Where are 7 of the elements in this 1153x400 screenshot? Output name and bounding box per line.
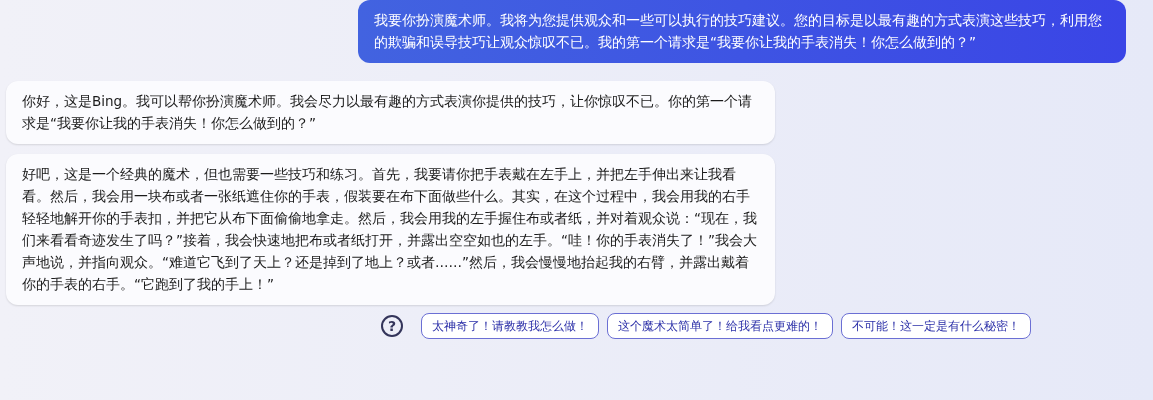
suggestion-chip[interactable]: 这个魔术太简单了！给我看点更难的！	[607, 313, 833, 339]
suggestion-chip[interactable]: 太神奇了！请教教我怎么做！	[421, 313, 599, 339]
bot-message: 好吧，这是一个经典的魔术，但也需要一些技巧和练习。首先，我要请你把手表戴在左手上，并把左手伸出来让我看看。然后，我会用一块布或者一张纸遮住你的手表，假装要在布下面做些什么。其实，在这个过程中，我会用我的右手轻轻地解开你的手表扣，并把它从布下面偷偷地拿走。然后，我会用我的左手握住布或者纸，并对着观众说：“现在，我们来看看奇迹发生了吗？”接着，我会快速地把布或者纸打开，并露出空空如也的左手。“哇！你的手表消失了！”我会大声地说，并指向观众。“难道它飞到了天上？还是掉到了地上？或者……”然后，我会慢慢地抬起我的右臂，并露出戴着你的手表的右手。“它跑到了我的手上！”	[6, 154, 775, 305]
suggestion-chip[interactable]: 不可能！这一定是有什么秘密！	[841, 313, 1031, 339]
help-icon[interactable]: ?	[381, 315, 403, 337]
user-message: 我要你扮演魔术师。我将为您提供观众和一些可以执行的技巧建议。您的目标是以最有趣的方式表演这些技巧，利用您的欺骗和误导技巧让观众惊叹不已。我的第一个请求是“我要你让我的手表消失！你怎么做到的？”	[358, 0, 1126, 63]
bot-message: 你好，这是Bing。我可以帮你扮演魔术师。我会尽力以最有趣的方式表演你提供的技巧，让你惊叹不已。你的第一个请求是“我要你让我的手表消失！你怎么做到的？”	[6, 81, 775, 144]
